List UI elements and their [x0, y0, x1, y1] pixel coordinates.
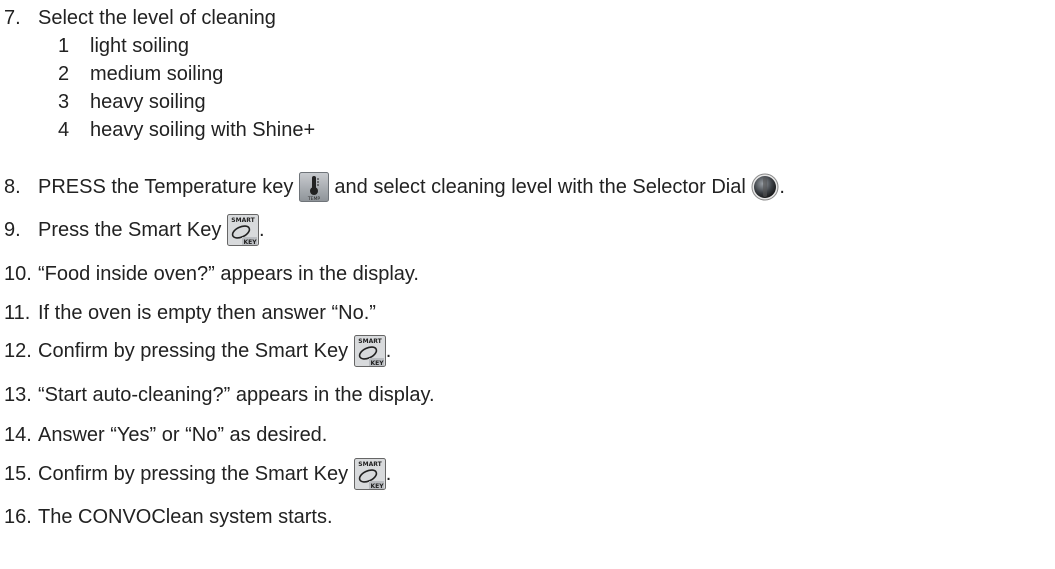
step-number: 10.: [4, 263, 32, 285]
step-text: .: [385, 340, 392, 362]
level-text: heavy soiling with Shine+: [90, 119, 316, 141]
step-text: Confirm by pressing the Smart Key: [38, 463, 354, 485]
level-item: 3 heavy soiling: [58, 90, 206, 114]
step-11: 11. If the oven is empty then answer “No…: [0, 301, 376, 325]
step-text: Select the level of cleaning: [38, 7, 276, 29]
step-text: Confirm by pressing the Smart Key: [38, 340, 354, 362]
step-13: 13. “Start auto-cleaning?” appears in th…: [0, 383, 435, 407]
level-item: 2 medium soiling: [58, 62, 223, 86]
step-14: 14. Answer “Yes” or “No” as desired.: [0, 423, 327, 447]
level-number: 1: [58, 35, 70, 57]
level-item: 4 heavy soiling with Shine+: [58, 118, 315, 142]
step-text: PRESS the Temperature key: [38, 176, 299, 198]
svg-text:KEY: KEY: [370, 360, 384, 367]
svg-text:TEMP: TEMP: [307, 196, 320, 202]
step-9: 9. Press the Smart Key SMART KEY .: [0, 212, 265, 248]
level-text: light soiling: [90, 35, 189, 57]
step-number: 14.: [4, 424, 32, 446]
step-text: “Start auto-cleaning?” appears in the di…: [38, 384, 435, 406]
svg-text:SMART: SMART: [358, 461, 382, 468]
step-8: 8. PRESS the Temperature key TEMP and se…: [0, 172, 785, 202]
step-15: 15. Confirm by pressing the Smart Key SM…: [0, 456, 391, 492]
level-number: 2: [58, 63, 70, 85]
level-text: medium soiling: [90, 63, 224, 85]
level-item: 1 light soiling: [58, 34, 189, 58]
step-number: 8.: [4, 176, 21, 198]
step-text: “Food inside oven?” appears in the displ…: [38, 263, 419, 285]
step-text: The CONVOClean system starts.: [38, 506, 333, 528]
svg-text:KEY: KEY: [243, 239, 257, 246]
smart-key-icon: SMART KEY: [353, 458, 386, 490]
step-number: 11.: [4, 302, 31, 324]
step-text: .: [258, 219, 265, 241]
svg-text:SMART: SMART: [231, 217, 255, 224]
smart-key-icon: SMART KEY: [226, 214, 259, 246]
level-number: 3: [58, 91, 70, 113]
step-number: 15.: [4, 463, 32, 485]
step-text: If the oven is empty then answer “No.”: [38, 302, 376, 324]
level-text: heavy soiling: [90, 91, 206, 113]
step-number: 12.: [4, 340, 32, 362]
step-12: 12. Confirm by pressing the Smart Key SM…: [0, 333, 391, 369]
smart-key-icon: SMART KEY: [353, 335, 386, 367]
step-number: 7.: [4, 7, 21, 29]
step-text: and select cleaning level with the Selec…: [328, 176, 752, 198]
svg-text:KEY: KEY: [370, 483, 384, 490]
step-text: Answer “Yes” or “No” as desired.: [38, 424, 328, 446]
step-text: Press the Smart Key: [38, 219, 227, 241]
svg-text:SMART: SMART: [358, 338, 382, 345]
temperature-key-icon: TEMP: [298, 172, 329, 202]
step-10: 10. “Food inside oven?” appears in the d…: [0, 262, 419, 286]
step-text: .: [385, 463, 392, 485]
step-16: 16. The CONVOClean system starts.: [0, 505, 333, 529]
level-number: 4: [58, 119, 70, 141]
step-text: .: [779, 176, 785, 198]
selector-dial-icon: [751, 173, 779, 201]
instruction-page: 7. Select the level of cleaning 1 light …: [0, 0, 1055, 569]
step-7: 7. Select the level of cleaning: [0, 6, 276, 30]
step-number: 16.: [4, 506, 32, 528]
step-number: 13.: [4, 384, 32, 406]
step-number: 9.: [4, 219, 21, 241]
